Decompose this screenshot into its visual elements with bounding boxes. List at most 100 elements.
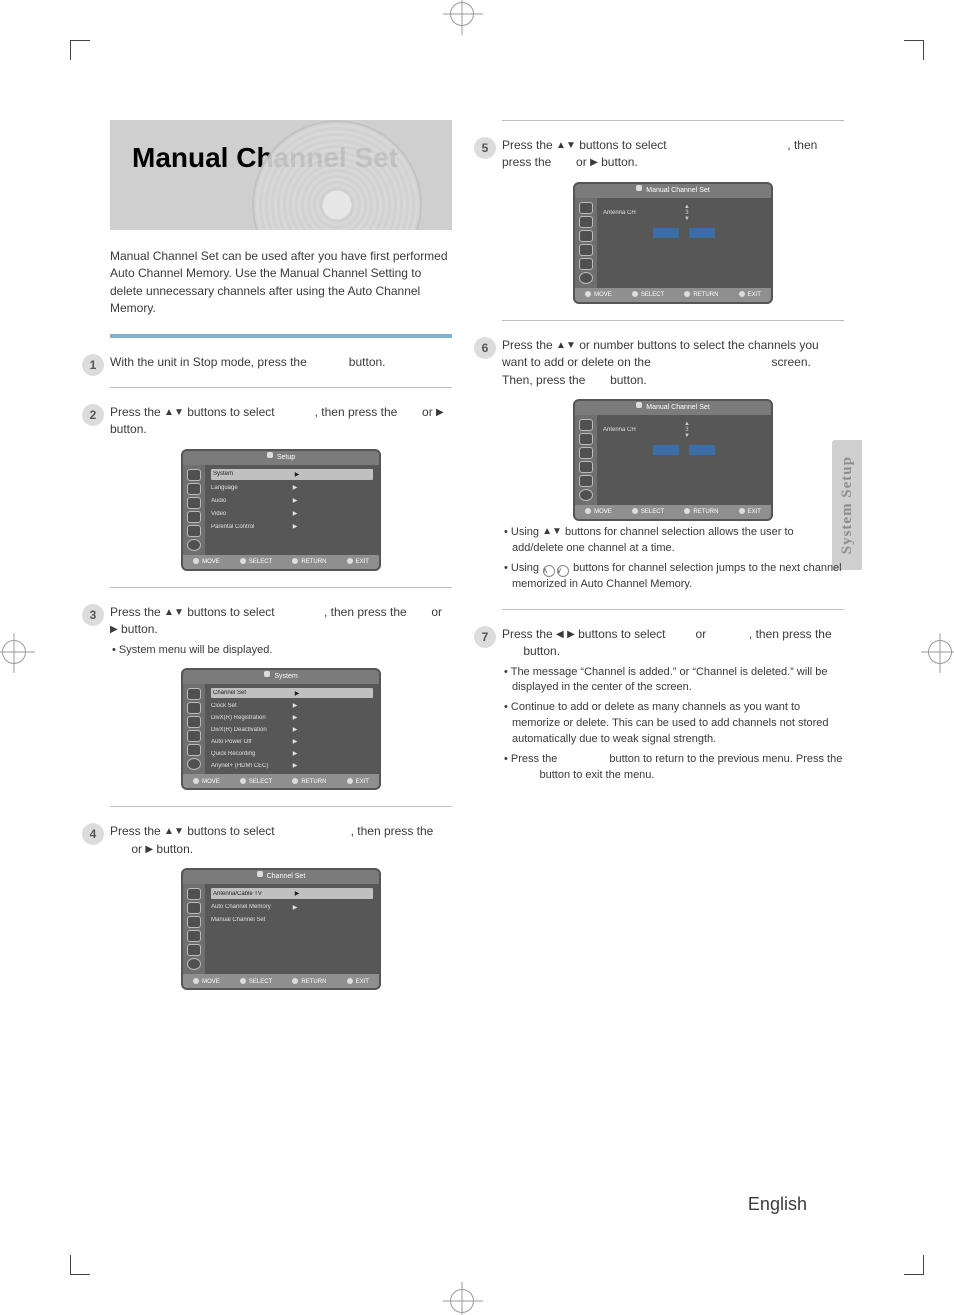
step-3-sub: System menu will be displayed. (120, 643, 452, 659)
registration-mark-right (928, 640, 952, 664)
ch-up-icon: ∧ (543, 565, 555, 577)
up-arrow-icon: ▲ (164, 607, 174, 618)
step-6-text: Press the ▲▼ or number buttons to select… (502, 337, 844, 389)
step-6: 6 Press the ▲▼ or number buttons to sele… (502, 337, 844, 593)
left-arrow-icon: ◀ (556, 629, 564, 640)
osd-header: Manual Channel Set (575, 401, 771, 415)
library-icon (579, 202, 593, 214)
step-7-bullet-2: Continue to add or delete as many channe… (512, 700, 844, 748)
step-1-text: With the unit in Stop mode, press the ME… (110, 354, 452, 371)
right-column: 5 Press the ▲▼ buttons to select Manual … (502, 120, 844, 1195)
osd-item: Audio▶ (211, 496, 373, 506)
target-setup: Setup (278, 405, 311, 419)
step-3: 3 Press the ▲▼ buttons to select System … (110, 604, 452, 791)
right-arrow-icon: ▶ (567, 629, 575, 640)
delete-button (689, 445, 715, 455)
page-number: -33 (818, 1194, 844, 1214)
osd-item: DivX(R) Deactivation▶ (211, 725, 373, 734)
osd-footer: MOVE SELECT RETURN EXIT (183, 774, 379, 788)
osd-screenshot-manual-channel-set-2: Manual Channel Set Antenna CH (573, 399, 773, 521)
divider (110, 387, 452, 388)
step-number: 6 (474, 337, 496, 359)
up-arrow-icon: ▲ (556, 140, 566, 151)
osd-footer: MOVE SELECT RETURN EXIT (183, 555, 379, 569)
divider (110, 334, 452, 338)
osd-item: Manual Channel Set (211, 915, 373, 925)
ok-button-label: OK (502, 644, 520, 658)
registration-mark-top (450, 2, 474, 26)
osd-item: System▶ (211, 469, 373, 480)
photo-icon (187, 730, 201, 742)
step-1: 1 With the unit in Stop mode, press the … (110, 354, 452, 371)
gear-icon (187, 958, 201, 970)
disc-icon (187, 744, 201, 756)
ok-button-label: OK (589, 373, 607, 387)
osd-item: Video▶ (211, 509, 373, 519)
osd-item: Clock Set▶ (211, 701, 373, 710)
down-arrow-icon: ▼ (684, 216, 690, 222)
osd-footer: MOVE SELECT RETURN EXIT (183, 974, 379, 988)
registration-mark-bottom (450, 1289, 474, 1313)
down-arrow-icon: ▼ (174, 607, 184, 618)
photo-icon (579, 461, 593, 473)
osd-add-delete-row (603, 445, 765, 455)
gear-icon (187, 758, 201, 770)
step-2: 2 Press the ▲▼ buttons to select Setup ,… (110, 404, 452, 571)
up-arrow-icon: ▲ (164, 407, 174, 418)
osd-item: Anynet+ (HDMI CEC)▶ (211, 761, 373, 770)
up-arrow-icon: ▲ (556, 340, 566, 351)
right-arrow-icon: ▶ (590, 157, 598, 168)
osd-footer: MOVE SELECT RETURN EXIT (575, 288, 771, 302)
trim-mark (904, 40, 924, 60)
target-channel-set: Channel Set (278, 824, 347, 838)
menu-button-label: MENU (310, 355, 345, 369)
add-button (653, 445, 679, 455)
ch-down-icon: ∨ (557, 565, 569, 577)
down-arrow-icon: ▼ (566, 140, 576, 151)
osd-screenshot-system: System Channel Set▶ Clock Set▶ (181, 668, 381, 790)
ok-button-label: OK (410, 605, 428, 619)
step-number: 7 (474, 626, 496, 648)
osd-side-icons (183, 884, 205, 974)
music-icon (187, 497, 201, 509)
return-button-label: RETURN (560, 753, 606, 765)
trim-mark (70, 40, 90, 60)
library-icon (187, 888, 201, 900)
osd-panel: Antenna CH ▲ 3 ▼ (597, 198, 771, 288)
gear-icon (187, 539, 201, 551)
title-icon (579, 216, 593, 228)
osd-item: Quick Recording▶ (211, 749, 373, 758)
osd-add-delete-row (603, 228, 765, 238)
photo-icon (187, 930, 201, 942)
title-icon (579, 433, 593, 445)
exit-button-label: EXIT (512, 769, 536, 781)
step-6-bullet-1: Using ▲▼ buttons for channel selection a… (512, 525, 844, 557)
osd-side-icons (183, 465, 205, 555)
gear-icon (579, 272, 593, 284)
osd-menu-list: Channel Set▶ Clock Set▶ DivX(R) Registra… (205, 684, 379, 774)
step-5: 5 Press the ▲▼ buttons to select Manual … (502, 137, 844, 304)
up-arrow-icon: ▲ (164, 826, 174, 837)
down-arrow-icon: ▼ (174, 407, 184, 418)
down-arrow-icon: ▼ (174, 826, 184, 837)
osd-footer: MOVE SELECT RETURN EXIT (575, 505, 771, 519)
osd-side-icons (575, 415, 597, 505)
intro-paragraph: Manual Channel Set can be used after you… (110, 248, 452, 318)
target-manual-channel-set: Manual Channel Set (654, 355, 768, 369)
ok-button-label: OK (401, 405, 419, 419)
title-banner: Manual Channel Set (110, 120, 452, 230)
step-7-bullet-3: Press the RETURN button to return to the… (512, 752, 844, 784)
step-3-text: Press the ▲▼ buttons to select System , … (110, 604, 452, 639)
registration-mark-left (2, 640, 26, 664)
add-button (653, 228, 679, 238)
music-icon (579, 230, 593, 242)
left-column: Manual Channel Set Manual Channel Set ca… (110, 120, 452, 1195)
divider (502, 320, 844, 321)
osd-item: DivX(R) Registration▶ (211, 713, 373, 722)
channel-spinner: ▲ 3 ▼ (684, 421, 690, 439)
manual-page: System Setup Manual Channel Set Manual C… (0, 0, 954, 1315)
osd-screenshot-manual-channel-set: Manual Channel Set Antenna CH (573, 182, 773, 304)
music-icon (187, 716, 201, 728)
title-icon (187, 902, 201, 914)
gear-icon (579, 489, 593, 501)
